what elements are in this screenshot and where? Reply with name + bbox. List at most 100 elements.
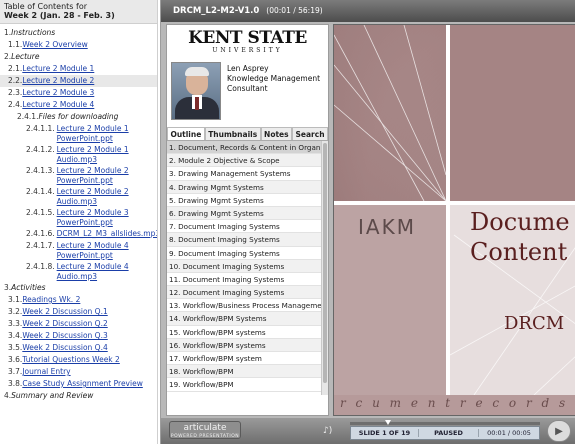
toc-link-item[interactable]: 2.4.1.5. Lecture 2 Module 3 PowerPoint.pp…	[0, 207, 157, 228]
presenter-photo	[171, 62, 221, 120]
toc-link-label[interactable]: Lecture 2 Module 1 PowerPoint.ppt	[57, 124, 157, 144]
presenter-name: Len Asprey	[227, 64, 269, 73]
toc-link-label[interactable]: Lecture 2 Module 4 Audio.mp3	[57, 262, 157, 282]
toc-link-label[interactable]: Lecture 2 Module 1 Audio.mp3	[57, 145, 157, 165]
toc-item-number: 2.2.	[8, 76, 23, 85]
toc-item-number: 2.4.1.4.	[26, 187, 55, 196]
table-of-contents: Table of Contents for Week 2 (Jan. 28 - …	[0, 0, 158, 444]
tab-outline[interactable]: Outline	[167, 127, 205, 140]
toc-item-number: 2.4.1.8.	[26, 262, 55, 271]
playback-state: PAUSED	[419, 429, 479, 437]
outline-item[interactable]: 11. Document Imaging Systems	[167, 273, 328, 287]
toc-item-number: 3.6.	[8, 355, 23, 364]
outline-item[interactable]: 9. Document Imaging Systems	[167, 247, 328, 260]
presentation-player: DRCM_L2-M2-V1.0 (00:01 / 56:19) KENT STA…	[160, 0, 575, 444]
outline-item[interactable]: 1. Document, Records & Content in Organi…	[167, 141, 328, 155]
outline-item[interactable]: 4. Drawing Mgmt Systems	[167, 180, 328, 194]
outline-item[interactable]: 6. Drawing Mgmt Systems	[167, 206, 328, 221]
tab-notes[interactable]: Notes	[260, 127, 293, 140]
toc-link-label[interactable]: Readings Wk. 2	[22, 295, 80, 304]
outline-item[interactable]: 8. Document Imaging Systems	[167, 233, 328, 247]
slide-view: IAKM Docume Content DRCM r c u m e n t r…	[333, 24, 575, 416]
toc-link-item[interactable]: 3.5.Week 2 Discussion Q.4	[0, 342, 157, 354]
toc-link-label[interactable]: Week 2 Overview	[22, 40, 87, 49]
outline-item[interactable]: 10. Document Imaging Systems	[167, 259, 328, 273]
toc-item-number: 2.1.	[8, 64, 23, 73]
outline-item[interactable]: 13. Workflow/Business Process Management…	[167, 299, 328, 313]
seek-knob[interactable]	[385, 420, 391, 425]
toc-link-item[interactable]: 3.7.Journal Entry	[0, 366, 157, 378]
outline-item[interactable]: 3. Drawing Management Systems	[167, 167, 328, 181]
toc-link-item[interactable]: 2.2.Lecture 2 Module 2	[0, 75, 157, 87]
articulate-logo[interactable]: articulate POWERED PRESENTATION	[169, 421, 241, 439]
toc-section-label: Files for downloading	[38, 112, 119, 121]
toc-link-label[interactable]: Lecture 2 Module 3	[22, 88, 94, 97]
outline-item[interactable]: 18. Workflow/BPM	[167, 365, 328, 379]
toc-link-item[interactable]: 2.4.1.6. DCRM_L2_M3_allslides.mp3	[0, 228, 157, 240]
toc-link-label[interactable]: Lecture 2 Module 2	[22, 76, 94, 85]
slide-counter: SLIDE 1 OF 19	[351, 429, 419, 437]
toc-section-heading: 2.4.1.Files for downloading	[0, 111, 157, 123]
toc-link-item[interactable]: 2.4.1.8. Lecture 2 Module 4 Audio.mp3	[0, 261, 157, 282]
toc-link-label[interactable]: Lecture 2 Module 4	[22, 100, 94, 109]
slide-iakm-logo: IAKM	[358, 215, 416, 239]
toc-item-number: 3.3.	[8, 319, 23, 328]
outline-scrollbar[interactable]	[321, 141, 328, 395]
volume-icon[interactable]: ♪)	[323, 426, 335, 436]
tab-search[interactable]: Search	[292, 127, 328, 140]
toc-link-label[interactable]: Tutorial Questions Week 2	[22, 355, 120, 364]
toc-item-number: 3.4.	[8, 331, 23, 340]
toc-link-item[interactable]: 3.4.Week 2 Discussion Q.3	[0, 330, 157, 342]
outline-item[interactable]: 5. Drawing Mgmt Systems	[167, 194, 328, 207]
toc-link-label[interactable]: Lecture 2 Module 1	[22, 64, 94, 73]
next-button[interactable]: ▶	[547, 420, 571, 442]
scrollbar-thumb[interactable]	[323, 143, 327, 383]
player-sidebar: KENT STATE UNIVERSITY Len Asprey Knowled…	[166, 24, 329, 416]
outline-item[interactable]: 15. Workflow/BPM systems	[167, 326, 328, 339]
outline-item[interactable]: 12. Document Imaging Systems	[167, 286, 328, 300]
toc-link-label[interactable]: Week 2 Discussion Q.4	[22, 343, 107, 352]
slide-watermark: r c u m e n t r e c o r d s	[340, 396, 569, 410]
toc-link-label[interactable]: Week 2 Discussion Q.3	[22, 331, 107, 340]
tab-thumbnails[interactable]: Thumbnails	[204, 127, 261, 140]
toc-link-item[interactable]: 2.4.Lecture 2 Module 4	[0, 99, 157, 111]
toc-link-item[interactable]: 3.1.Readings Wk. 2	[0, 294, 157, 306]
toc-item-number: 3.8.	[8, 379, 23, 388]
toc-link-item[interactable]: 2.4.1.1. Lecture 2 Module 1 PowerPoint.pp…	[0, 123, 157, 144]
outline-item[interactable]: 19. Workflow/BPM	[167, 378, 328, 392]
toc-link-item[interactable]: 2.4.1.2. Lecture 2 Module 1 Audio.mp3	[0, 144, 157, 165]
kent-state-logo: KENT STATE UNIVERSITY	[167, 25, 328, 59]
toc-link-label[interactable]: Lecture 2 Module 2 Audio.mp3	[57, 187, 157, 207]
outline-item[interactable]: 2. Module 2 Objective & Scope	[167, 154, 328, 168]
toc-link-item[interactable]: 3.2.Week 2 Discussion Q.1	[0, 306, 157, 318]
toc-link-label[interactable]: Lecture 2 Module 3 PowerPoint.ppt	[57, 208, 157, 228]
toc-link-item[interactable]: 2.3.Lecture 2 Module 3	[0, 87, 157, 99]
toc-link-item[interactable]: 3.8.Case Study Assignment Preview	[0, 378, 157, 390]
outline-item[interactable]: 7. Document Imaging Systems	[167, 220, 328, 234]
toc-link-label[interactable]: Journal Entry	[22, 367, 70, 376]
toc-link-label[interactable]: DCRM_L2_M3_allslides.mp3	[57, 229, 157, 238]
toc-link-label[interactable]: Week 2 Discussion Q.1	[22, 307, 107, 316]
toc-link-label[interactable]: Case Study Assignment Preview	[22, 379, 143, 388]
slide-course-code: DRCM	[504, 313, 565, 334]
toc-link-label[interactable]: Lecture 2 Module 4 PowerPoint.ppt	[57, 241, 157, 261]
toc-link-item[interactable]: 2.1.Lecture 2 Module 1	[0, 63, 157, 75]
toc-link-label[interactable]: Week 2 Discussion Q.2	[22, 319, 107, 328]
toc-item-number: 3.7.	[8, 367, 23, 376]
outline-item[interactable]: 16. Workflow/BPM systems	[167, 338, 328, 352]
toc-link-item[interactable]: 3.6.Tutorial Questions Week 2	[0, 354, 157, 366]
toc-link-item[interactable]: 2.4.1.7. Lecture 2 Module 4 PowerPoint.pp…	[0, 240, 157, 261]
toc-section-heading: 3.Activities	[0, 282, 157, 294]
toc-link-item[interactable]: 2.4.1.3. Lecture 2 Module 2 PowerPoint.pp…	[0, 165, 157, 186]
outline-item[interactable]: 14. Workflow/BPM Systems	[167, 312, 328, 326]
seek-bar[interactable]	[350, 420, 540, 425]
toc-link-item[interactable]: 1.1.Week 2 Overview	[0, 39, 157, 51]
slide-title: Docume Content	[470, 207, 570, 267]
toc-link-item[interactable]: 3.3.Week 2 Discussion Q.2	[0, 318, 157, 330]
outline-list: 1. Document, Records & Content in Organi…	[167, 141, 328, 395]
toc-link-label[interactable]: Lecture 2 Module 2 PowerPoint.ppt	[57, 166, 157, 186]
toc-link-item[interactable]: 2.4.1.4. Lecture 2 Module 2 Audio.mp3	[0, 186, 157, 207]
toc-section-label: Instructions	[11, 28, 56, 37]
outline-item[interactable]: 17. Workflow/BPM system	[167, 352, 328, 366]
next-arrow-icon: ▶	[555, 425, 563, 437]
